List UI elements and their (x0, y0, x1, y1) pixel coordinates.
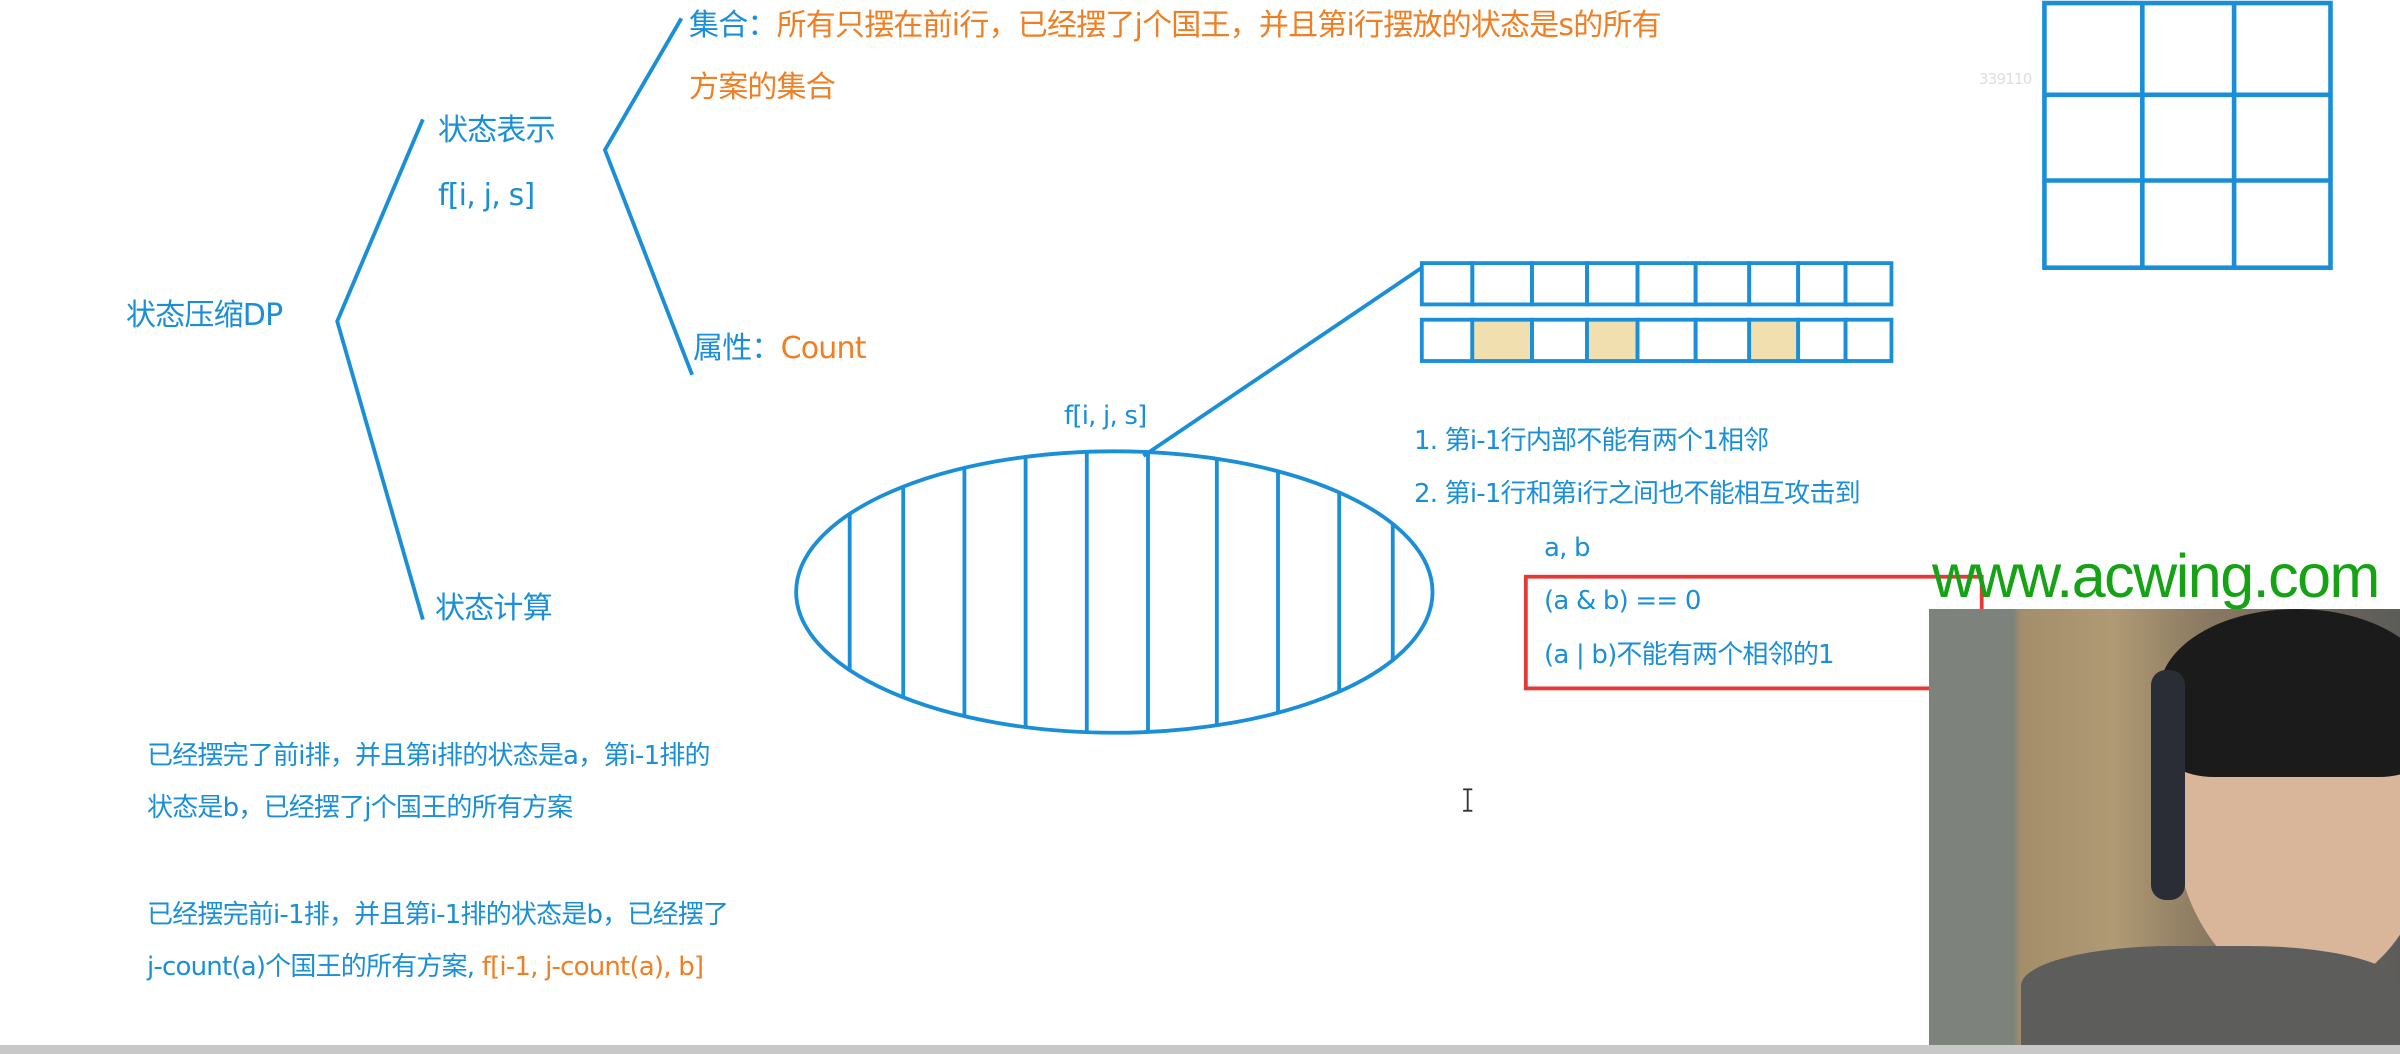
state-repr-label: 状态表示 (438, 113, 556, 148)
person-shirt (2021, 946, 2400, 1045)
text-cursor-icon (1463, 788, 1473, 812)
row-i-cell (1585, 317, 1640, 363)
headphone (2151, 670, 2185, 900)
row-i-cell (1796, 317, 1848, 363)
row-i-cell (1635, 317, 1698, 363)
row-i-minus-1-cell (1419, 261, 1475, 307)
rule-1: 1. 第i-1行内部不能有两个1相邻 (1414, 426, 1769, 456)
condition-or: (a | b)不能有两个相邻的1 (1544, 640, 1835, 670)
row-i-minus-1-cell (1843, 261, 1894, 307)
row-i-minus-1-cell (1747, 261, 1801, 307)
set-label: 集合： (689, 8, 777, 43)
row-i-minus-1-cell (1635, 261, 1698, 307)
rule-2: 2. 第i-1行和第i行之间也不能相互攻击到 (1414, 479, 1861, 509)
horizontal-scrollbar[interactable] (0, 1045, 2400, 1054)
tree-branch-repr (602, 17, 694, 376)
desc2-line2-row: j-count(a)个国王的所有方案, f[i-1, j-count(a), b… (147, 952, 704, 983)
row-i-minus-1-cell (1470, 261, 1534, 307)
chessboard-grid (2042, 0, 2333, 271)
row-i-cell (1470, 317, 1534, 363)
state-set-ellipse (794, 449, 1435, 735)
set-text: 所有只摆在前i行，已经摆了j个国王，并且第i行摆放的状态是s的所有 (776, 8, 1662, 43)
ab-label: a, b (1544, 533, 1591, 563)
state-repr-fn: f[i, j, s] (438, 178, 535, 213)
attr-label: 属性： (693, 331, 781, 366)
attr-value: Count (780, 331, 867, 366)
desc2-line2: j-count(a)个国王的所有方案, (147, 952, 482, 982)
desc2-line1: 已经摆完前i-1排，并且第i-1排的状态是b，已经摆了 (147, 900, 729, 930)
webcam-overlay (1929, 609, 2400, 1045)
row-i-cell (1747, 317, 1801, 363)
row-i-minus-1-cell (1585, 261, 1640, 307)
faint-id: 339110 (1979, 70, 2032, 88)
row-i-minus-1-cell (1530, 261, 1589, 307)
desc1-line1: 已经摆完了前i排，并且第i排的状态是a，第i-1排的 (147, 741, 711, 771)
condition-and: (a & b) == 0 (1544, 586, 1701, 616)
zoom-connector (1142, 266, 1423, 458)
row-i-cell (1530, 317, 1589, 363)
attr-line: 属性：Count (693, 331, 867, 367)
person-hair (2159, 609, 2400, 777)
row-i-minus-1-cell (1796, 261, 1848, 307)
ellipse-label: f[i, j, s] (1064, 401, 1147, 431)
row-i-minus-1-cell (1693, 261, 1752, 307)
topic-title: 状态压缩DP (126, 298, 283, 333)
desc1-line2: 状态是b，已经摆了j个国王的所有方案 (147, 793, 573, 823)
set-text-cont: 方案的集合 (689, 70, 836, 105)
slide-canvas: 集合：所有只摆在前i行，已经摆了j个国王，并且第i行摆放的状态是s的所有 方案的… (0, 0, 2400, 1054)
set-definition: 集合：所有只摆在前i行，已经摆了j个国王，并且第i行摆放的状态是s的所有 (689, 8, 1662, 44)
row-i-cell (1693, 317, 1752, 363)
transition-formula: f[i-1, j-count(a), b] (481, 952, 704, 982)
state-calc-label: 状态计算 (435, 591, 553, 626)
row-i-cell (1843, 317, 1894, 363)
row-i-cell (1419, 317, 1475, 363)
tree-branch-main (335, 118, 425, 621)
watermark: www.acwing.com (1932, 542, 2380, 610)
